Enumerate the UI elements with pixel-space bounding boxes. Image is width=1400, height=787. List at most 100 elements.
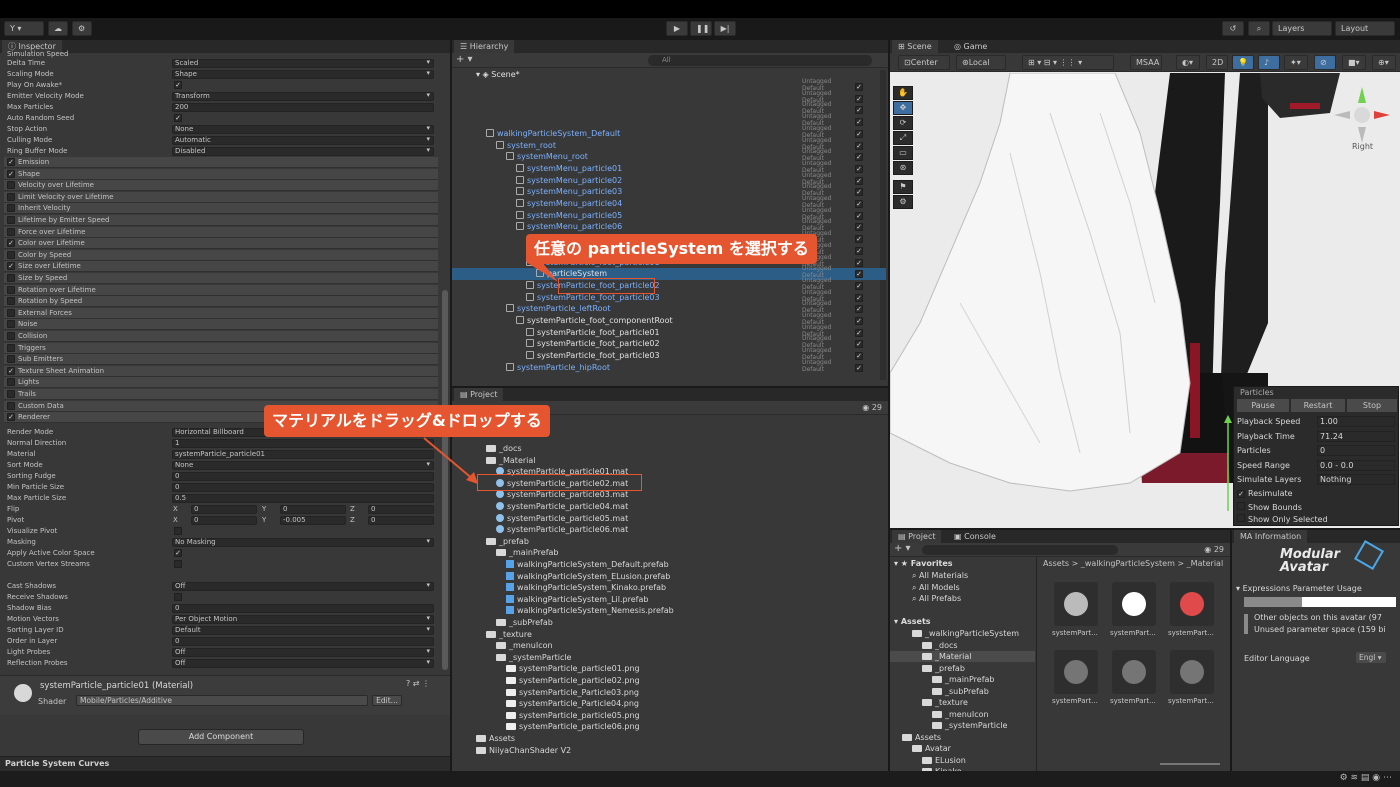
assets-header[interactable]: ▾ Assets [894, 617, 931, 626]
project-item[interactable]: walkingParticleSystem_Lil.prefab [506, 594, 648, 606]
active-checkbox[interactable]: ✓ [855, 317, 863, 325]
layers-dropdown[interactable]: Layers [1272, 21, 1332, 36]
prop-field[interactable]: 0 [172, 637, 434, 646]
particles-stop-button[interactable]: Stop [1347, 399, 1397, 412]
project-item[interactable]: systemParticle_particle05.mat [496, 513, 628, 525]
gizmos-dropdown[interactable]: ⊕▾ [1372, 55, 1396, 70]
move-tool-icon[interactable]: ✥ [893, 101, 913, 115]
pivot-local-dropdown[interactable]: ⊛Local [956, 55, 1006, 70]
material-thumbnail[interactable] [1054, 582, 1098, 626]
help-icon[interactable]: ? ⇄ ⋮ [406, 679, 430, 688]
rotate-tool-icon[interactable]: ⟳ [893, 116, 913, 130]
particles-pause-button[interactable]: Pause [1237, 399, 1289, 412]
active-checkbox[interactable]: ✓ [855, 200, 863, 208]
tab-hierarchy[interactable]: ☰ Hierarchy [454, 40, 515, 53]
active-checkbox[interactable]: ✓ [855, 106, 863, 115]
msaa-toggle[interactable]: MSAA [1130, 55, 1162, 70]
module-checkbox[interactable] [7, 204, 15, 213]
prop-checkbox[interactable]: ✓ [174, 549, 182, 557]
module-checkbox[interactable]: ✓ [7, 169, 15, 178]
prop-dropdown[interactable]: Automatic [172, 136, 434, 145]
project-item[interactable]: systemParticle_particle03.mat [496, 489, 628, 501]
expressions-usage-header[interactable]: ▾ Expressions Parameter Usage [1236, 584, 1362, 593]
history-icon[interactable]: ↺ [1222, 21, 1244, 36]
create-plus-button[interactable]: + ▾ [456, 54, 473, 65]
module-checkbox[interactable] [7, 181, 15, 190]
snap-grid-buttons[interactable]: ⊞ ▾ ⊟ ▾ ⋮⋮ ▾ [1022, 55, 1114, 70]
module-header[interactable]: Rotation by Speed [4, 296, 438, 308]
transform-tool-icon[interactable]: ⊛ [893, 161, 913, 175]
module-header[interactable]: ✓ Emission [4, 157, 438, 168]
axis-field[interactable]: -0.005 [280, 516, 346, 525]
project-item[interactable]: _subPrefab [496, 617, 553, 629]
prop-checkbox[interactable] [174, 560, 182, 568]
module-header[interactable]: ✓ Size over Lifetime [4, 261, 438, 273]
prop-dropdown[interactable]: None [172, 125, 434, 134]
module-header[interactable]: Color by Speed [4, 249, 438, 261]
prop-dropdown[interactable]: Transform [172, 92, 434, 101]
prop-field[interactable]: 1 [172, 439, 434, 448]
axis-field[interactable]: 0 [191, 505, 257, 514]
material-thumbnail[interactable] [1170, 650, 1214, 694]
module-header[interactable]: Rotation over Lifetime [4, 284, 438, 296]
tree-item[interactable]: Assets [890, 732, 1035, 743]
module-header[interactable]: ✓ Color over Lifetime [4, 238, 438, 250]
prop-checkbox[interactable] [174, 593, 182, 601]
project-item[interactable]: systemParticle_particle02.png [506, 675, 640, 687]
axis-field[interactable]: 0 [368, 505, 434, 514]
tree-item[interactable]: _systemParticle [890, 720, 1035, 731]
active-checkbox[interactable]: ✓ [855, 305, 863, 314]
prop-field[interactable]: 0.5 [172, 494, 434, 503]
module-checkbox[interactable]: ✓ [7, 239, 15, 248]
search-icon[interactable]: ⌕ [1248, 21, 1270, 36]
module-header[interactable]: Size by Speed [4, 273, 438, 284]
project-item[interactable]: _mainPrefab [496, 547, 559, 559]
particles-prop-value[interactable]: Nothing [1317, 474, 1395, 485]
prop-dropdown[interactable]: Per Object Motion [172, 615, 434, 624]
tab-scene[interactable]: ⊞ Scene [892, 40, 938, 53]
particles-prop-value[interactable]: 0 [1317, 445, 1395, 456]
effects-dropdown[interactable]: ✦▾ [1284, 55, 1308, 70]
active-checkbox[interactable]: ✓ [855, 176, 863, 185]
prop-dropdown[interactable]: Disabled [172, 147, 434, 156]
prop-checkbox[interactable] [174, 527, 182, 535]
lighting-toggle-icon[interactable]: 💡 [1232, 55, 1254, 70]
project-item[interactable]: NiiyaChanShader V2 [476, 745, 571, 757]
add-component-button[interactable]: Add Component [138, 729, 304, 745]
favorite-item[interactable]: ⌕ All Prefabs [912, 594, 961, 604]
prop-dropdown[interactable]: Scaled [172, 59, 434, 68]
project-item[interactable]: systemParticle_particle04.mat [496, 501, 628, 513]
favorites-header[interactable]: ▾ ★ Favorites [894, 559, 953, 568]
shader-dropdown[interactable]: Mobile/Particles/Additive [76, 695, 368, 706]
project-item[interactable]: _texture [486, 629, 532, 641]
tree-item[interactable]: _mainPrefab [890, 674, 1035, 685]
show-bounds-toggle[interactable]: Show Bounds [1237, 502, 1302, 512]
project-item[interactable]: _menuIcon [496, 640, 553, 652]
module-checkbox[interactable] [7, 216, 15, 224]
project-item[interactable]: _Material [486, 455, 536, 467]
module-checkbox[interactable]: ✓ [7, 413, 15, 422]
tab-project2[interactable]: ▤ Project [892, 530, 942, 543]
layout-dropdown[interactable]: Layout [1335, 21, 1395, 36]
active-checkbox[interactable]: ✓ [855, 235, 863, 244]
rect-tool-icon[interactable]: ▭ [893, 146, 913, 160]
cloud-icon[interactable]: ☁ [48, 21, 68, 36]
active-checkbox[interactable]: ✓ [855, 363, 863, 372]
module-header[interactable]: Lights [4, 377, 438, 389]
module-header[interactable]: Noise [4, 319, 438, 331]
module-checkbox[interactable] [7, 192, 15, 201]
active-checkbox[interactable]: ✓ [855, 94, 863, 103]
module-checkbox[interactable] [7, 285, 15, 294]
material-thumbnail[interactable] [1170, 582, 1214, 626]
prop-dropdown[interactable]: Default [172, 626, 434, 635]
module-checkbox[interactable] [7, 274, 15, 282]
module-checkbox[interactable] [7, 343, 15, 352]
step-button[interactable]: ▶| [714, 21, 736, 36]
module-header[interactable]: ✓ Texture Sheet Animation [4, 365, 438, 377]
axis-field[interactable]: 0 [368, 516, 434, 525]
particles-prop-value[interactable]: 1.00 [1317, 416, 1395, 427]
prop-field[interactable]: 200 [172, 103, 434, 112]
material-thumbnail[interactable] [1112, 582, 1156, 626]
project-item[interactable]: _systemParticle [496, 652, 571, 664]
project-item[interactable]: systemParticle_particle01.png [506, 663, 640, 675]
